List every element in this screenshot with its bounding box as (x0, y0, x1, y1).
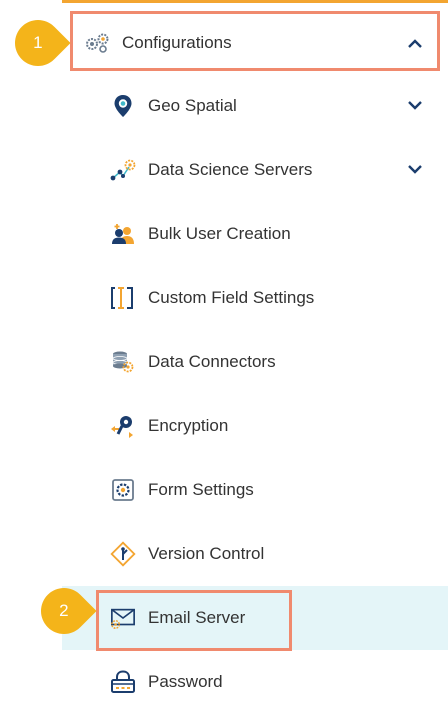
menu-item-data-science-servers[interactable]: Data Science Servers (62, 138, 448, 202)
menu-item-label: Form Settings (148, 480, 254, 499)
lock-icon (110, 669, 136, 695)
menu-item-data-connectors[interactable]: Data Connectors (62, 330, 448, 394)
menu-item-label: Bulk User Creation (148, 224, 291, 243)
menu-item-label: Email Server (148, 608, 246, 627)
chevron-down-icon[interactable] (406, 96, 424, 114)
gears-icon (84, 30, 110, 56)
menu-item-label: Geo Spatial (148, 96, 237, 115)
menu-item-custom-field-settings[interactable]: Custom Field Settings (62, 266, 448, 330)
branch-icon (110, 541, 136, 567)
data-science-icon (110, 157, 136, 183)
menu-item-password[interactable]: Password (62, 650, 448, 714)
database-gear-icon (110, 349, 136, 375)
users-add-icon (110, 221, 136, 247)
menu-item-bulk-user-creation[interactable]: Bulk User Creation (62, 202, 448, 266)
configurations-label: Configurations (122, 33, 232, 52)
menu-item-label: Encryption (148, 416, 229, 435)
menu-item-geo-spatial[interactable]: Geo Spatial (62, 74, 448, 138)
menu-item-form-settings[interactable]: Form Settings (62, 458, 448, 522)
menu-item-version-control[interactable]: Version Control (62, 522, 448, 586)
menu-item-label: Data Connectors (148, 352, 276, 371)
menu-item-email-server[interactable]: Email Server (62, 586, 448, 650)
step-badge-number: 1 (33, 33, 43, 52)
mail-icon (110, 605, 136, 631)
menu-item-label: Password (148, 672, 223, 691)
top-accent-line (62, 0, 448, 3)
chevron-up-icon[interactable] (406, 34, 424, 52)
menu-item-label: Custom Field Settings (148, 288, 315, 307)
menu-item-label: Data Science Servers (148, 160, 313, 179)
key-icon (110, 413, 136, 439)
step-badge-1: 1 (5, 10, 71, 76)
step-badge-number: 2 (59, 601, 69, 620)
text-cursor-icon (110, 285, 136, 311)
configurations-header[interactable]: Configurations (62, 12, 448, 74)
menu-item-label: Version Control (148, 544, 265, 563)
chevron-down-icon[interactable] (406, 160, 424, 178)
menu-item-encryption[interactable]: Encryption (62, 394, 448, 458)
configurations-menu: Configurations Geo Spatial Data Science … (62, 12, 448, 714)
map-pin-icon (110, 93, 136, 119)
form-gear-icon (110, 477, 136, 503)
